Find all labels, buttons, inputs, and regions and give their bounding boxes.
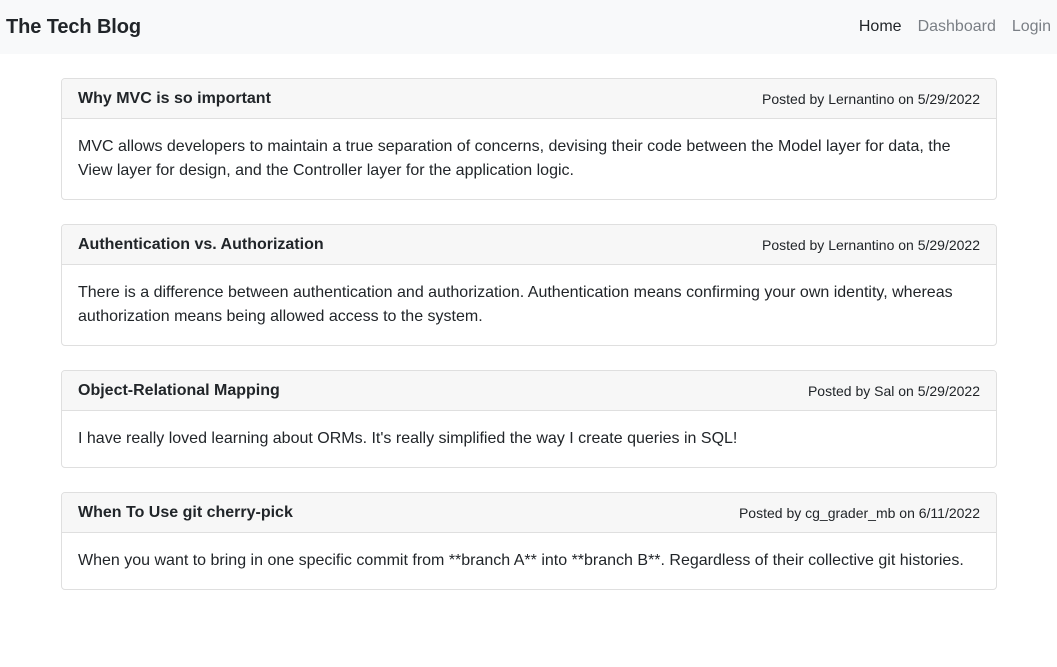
post-card[interactable]: Why MVC is so important Posted by Lernan… — [61, 78, 997, 200]
nav-link-home[interactable]: Home — [843, 18, 902, 36]
post-body: I have really loved learning about ORMs.… — [78, 430, 738, 447]
post-card-header: When To Use git cherry-pick Posted by cg… — [62, 493, 996, 533]
post-meta: Posted by Lernantino on 5/29/2022 — [762, 236, 980, 253]
post-card-header: Authentication vs. Authorization Posted … — [62, 225, 996, 265]
post-card[interactable]: Object-Relational Mapping Posted by Sal … — [61, 370, 997, 468]
nav-link-login[interactable]: Login — [996, 18, 1051, 36]
post-title: Why MVC is so important — [78, 89, 271, 107]
nav-link-dashboard[interactable]: Dashboard — [902, 18, 996, 36]
post-meta: Posted by cg_grader_mb on 6/11/2022 — [738, 504, 980, 521]
post-list: Why MVC is so important Posted by Lernan… — [61, 78, 997, 614]
post-body: When you want to bring in one specific c… — [78, 552, 964, 569]
top-navbar: The Tech Blog Home Dashboard Login — [0, 0, 1057, 54]
post-body: There is a difference between authentica… — [78, 284, 953, 325]
post-card-header: Object-Relational Mapping Posted by Sal … — [62, 371, 996, 411]
post-card[interactable]: When To Use git cherry-pick Posted by cg… — [61, 492, 997, 590]
post-title: When To Use git cherry-pick — [78, 503, 293, 521]
post-meta: Posted by Sal on 5/29/2022 — [807, 382, 980, 399]
post-body: MVC allows developers to maintain a true… — [78, 138, 951, 179]
nav-links: Home Dashboard Login — [843, 18, 1051, 36]
site-brand-link[interactable]: The Tech Blog — [6, 16, 141, 39]
post-meta: Posted by Lernantino on 5/29/2022 — [762, 90, 980, 107]
post-card[interactable]: Authentication vs. Authorization Posted … — [61, 224, 997, 346]
post-title: Object-Relational Mapping — [78, 381, 280, 399]
post-title: Authentication vs. Authorization — [78, 235, 324, 253]
post-card-header: Why MVC is so important Posted by Lernan… — [62, 79, 996, 119]
